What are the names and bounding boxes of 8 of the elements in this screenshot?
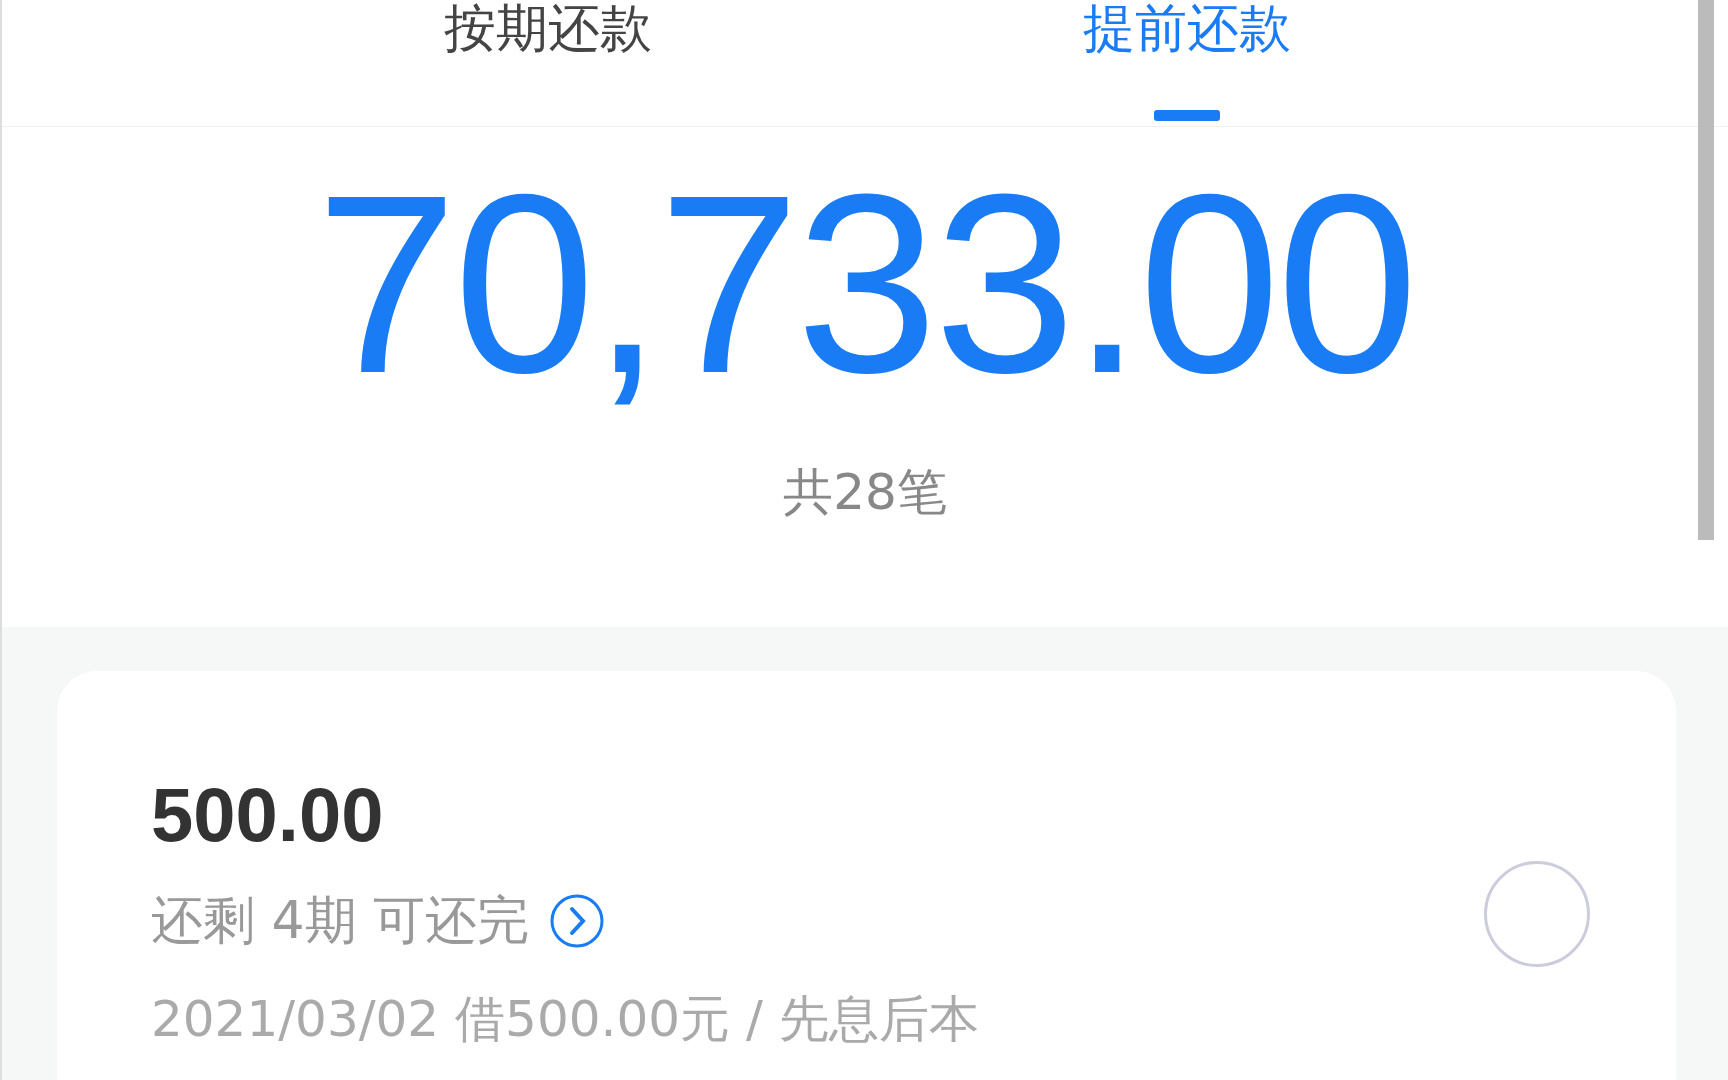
remaining-periods: 还剩 4期 可还完 <box>151 889 530 952</box>
tab[interactable]: 提前还款 <box>1082 0 1291 56</box>
tab[interactable]: 按期还款 <box>443 0 652 56</box>
loan-count: 共28笔 <box>783 462 947 523</box>
total-amount: 70,733.00 <box>315 149 1415 419</box>
chevron-right-icon[interactable] <box>549 893 606 949</box>
loan-amount: 500.00 <box>151 771 385 858</box>
loan-detail: 2021/03/02 借500.00元 / 先息后本 <box>151 989 980 1050</box>
